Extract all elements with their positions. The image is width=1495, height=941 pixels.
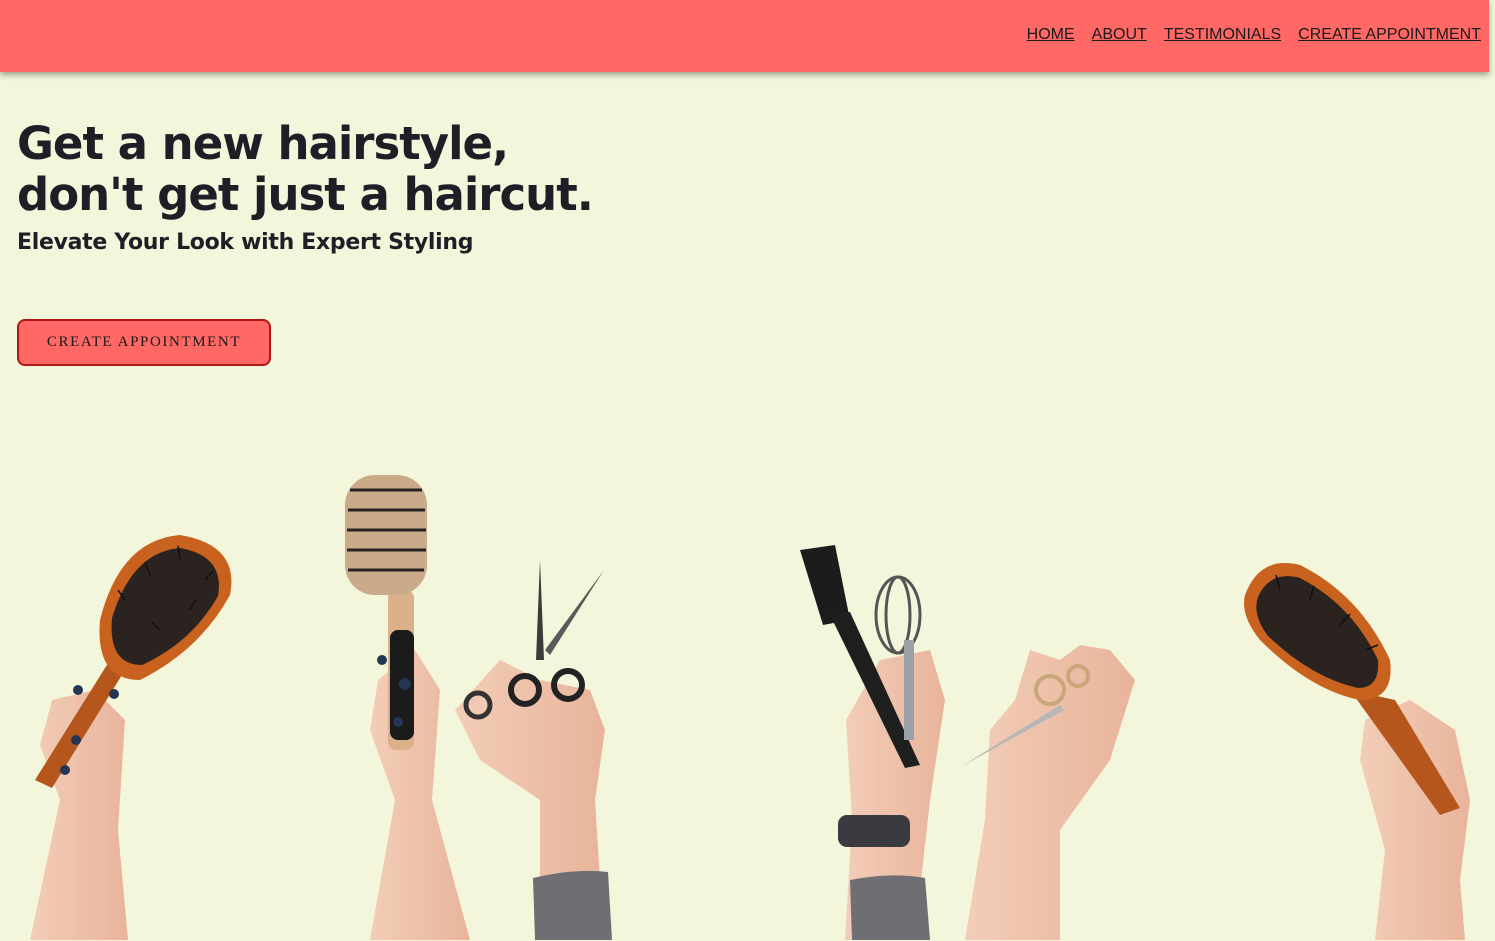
hero-subtitle: Elevate Your Look with Expert Styling [17,230,474,255]
round-brush-icon [345,475,470,940]
scissors-icon [455,560,612,940]
nav-link-about[interactable]: ABOUT [1092,24,1147,46]
nav-links: HOME ABOUT TESTIMONIALS CREATE APPOINTME… [1027,24,1481,46]
paddle-brush-icon-2 [1244,563,1470,940]
nav-link-home[interactable]: HOME [1027,24,1075,46]
hero-title-line-1: Get a new hairstyle, [17,117,509,170]
thinning-scissors-icon [962,645,1135,940]
hero-title-line-2: don't get just a haircut. [17,168,594,221]
nav-link-create-appointment[interactable]: CREATE APPOINTMENT [1298,24,1481,46]
top-navbar: HOME ABOUT TESTIMONIALS CREATE APPOINTME… [0,0,1489,72]
hero-title: Get a new hairstyle, don't get just a ha… [17,117,594,221]
create-appointment-button[interactable]: CREATE APPOINTMENT [17,319,271,366]
nav-link-testimonials[interactable]: TESTIMONIALS [1164,24,1281,46]
tint-brush-icon [800,545,945,940]
paddle-brush-icon [30,535,232,940]
hero-image-hands-with-hair-tools [30,475,1470,940]
